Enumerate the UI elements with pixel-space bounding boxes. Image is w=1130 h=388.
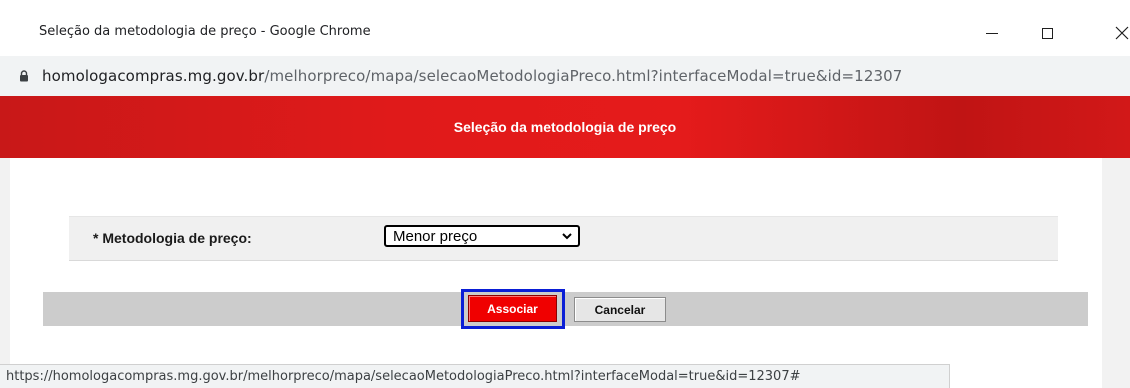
methodology-select-value: Menor preço [393,228,478,245]
url-text[interactable]: homologacompras.mg.gov.br/melhorpreco/ma… [42,67,902,85]
dialog-title: Seleção da metodologia de preço [453,119,677,135]
methodology-label: * Metodologia de preço: [93,230,252,246]
button-bar [43,292,1088,326]
close-icon [1115,26,1129,40]
cancel-button[interactable]: Cancelar [574,297,666,322]
close-button[interactable] [1102,16,1130,50]
dialog-header: Seleção da metodologia de preço [0,96,1130,158]
window-title-bar: Seleção da metodologia de preço - Google… [0,0,1130,56]
url-path: /melhorpreco/mapa/selecaoMetodologiaPrec… [264,67,903,85]
maximize-button[interactable] [1027,16,1067,50]
chevron-down-icon [562,233,572,240]
dialog-body [10,158,1102,388]
maximize-icon [1041,27,1053,39]
window-title: Seleção da metodologia de preço - Google… [39,24,371,39]
methodology-select[interactable]: Menor preço [384,225,580,247]
address-bar[interactable]: homologacompras.mg.gov.br/melhorpreco/ma… [0,56,1130,96]
url-host: homologacompras.mg.gov.br [42,67,265,85]
minimize-icon [986,32,998,34]
status-url: https://homologacompras.mg.gov.br/melhor… [6,369,801,384]
associate-button[interactable]: Associar [468,295,557,322]
minimize-button[interactable] [972,16,1012,50]
status-bar: https://homologacompras.mg.gov.br/melhor… [0,364,950,388]
lock-icon[interactable] [19,70,29,82]
